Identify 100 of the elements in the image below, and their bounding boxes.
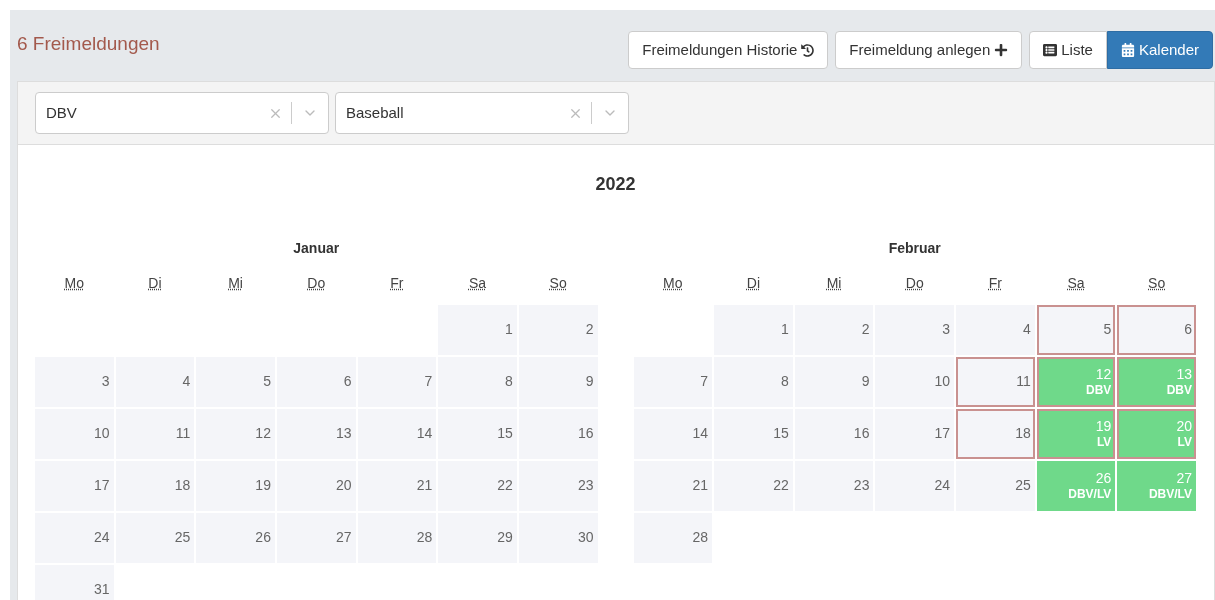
view-tab[interactable]: Liste	[1029, 31, 1107, 69]
calendar-day[interactable]: 1	[438, 305, 517, 355]
calendar-day[interactable]: 1	[714, 305, 793, 355]
day-label: DBV/LV	[1148, 487, 1192, 503]
day-number: 18	[1015, 425, 1031, 443]
calendar-day[interactable]: 28	[357, 513, 437, 563]
weekday-header: Mo	[64, 275, 85, 291]
day-number: 16	[577, 425, 594, 443]
day-number: 12	[1095, 365, 1112, 384]
month-heading: Januar	[293, 240, 340, 256]
calendar-day[interactable]: 9	[518, 357, 598, 407]
day-label: DBV	[1086, 383, 1112, 399]
calendar-day[interactable]: 11	[956, 357, 1035, 407]
day-label: DBV	[1166, 383, 1192, 399]
calendar-day[interactable]: 11	[115, 409, 195, 459]
calendar-day[interactable]: 8	[714, 357, 793, 407]
calendar-day[interactable]: 4	[956, 305, 1035, 355]
weekday-header: Fr	[988, 275, 1002, 291]
calendar-day[interactable]: 2	[794, 305, 874, 355]
calendar-day[interactable]: 16	[518, 409, 598, 459]
action-button[interactable]: Freimeldungen Historie	[628, 31, 829, 69]
day-number: 6	[343, 373, 352, 391]
calendar-day[interactable]: 28	[633, 513, 713, 563]
calendar-day[interactable]: 13	[276, 409, 356, 459]
calendar-day[interactable]: 31	[35, 565, 114, 600]
calendar-day[interactable]: 20	[276, 461, 356, 511]
calendar-day[interactable]: 10	[875, 357, 955, 407]
calendar-day[interactable]: 18	[115, 461, 195, 511]
calendar-day[interactable]: 4	[115, 357, 195, 407]
calendar-day[interactable]: 5	[1036, 305, 1116, 355]
day-number: 9	[861, 373, 870, 391]
day-number: 8	[505, 373, 513, 391]
calendar-day[interactable]: 9	[794, 357, 874, 407]
calendar-day[interactable]: 6	[276, 357, 356, 407]
calendar-day[interactable]: 17	[875, 409, 955, 459]
calendar-day[interactable]: 16	[794, 409, 874, 459]
day-number: 15	[497, 425, 513, 443]
day-number: 28	[692, 529, 709, 547]
day-number: 13	[1176, 365, 1192, 384]
calendar-day[interactable]: 22	[438, 461, 517, 511]
filter-select[interactable]: Baseball	[335, 92, 629, 134]
day-number: 25	[174, 529, 191, 547]
day-number: 4	[1022, 321, 1031, 339]
weekday-header: Mi	[228, 275, 243, 291]
calendar-day[interactable]: 12	[196, 409, 275, 459]
day-number: 19	[1095, 417, 1112, 436]
day-number: 20	[336, 477, 352, 495]
day-number: 23	[853, 477, 870, 495]
calendar-day[interactable]: 21	[357, 461, 437, 511]
calendar-day[interactable]: 5	[196, 357, 275, 407]
day-number: 9	[585, 373, 594, 391]
day-number: 5	[263, 373, 271, 391]
calendar-day[interactable]: 7	[633, 357, 713, 407]
calendar-day[interactable]: 23	[794, 461, 874, 511]
calendar-day[interactable]: 24	[875, 461, 955, 511]
calendar-day[interactable]: 14	[633, 409, 713, 459]
calendar-day[interactable]: 10	[35, 409, 114, 459]
day-number: 11	[1016, 373, 1031, 391]
day-number: 7	[424, 373, 433, 391]
month-heading: Februar	[888, 240, 941, 256]
calendar-day[interactable]: 19	[196, 461, 275, 511]
weekday-header: So	[1148, 275, 1166, 291]
day-number: 28	[416, 529, 433, 547]
day-label: LV	[1096, 435, 1112, 451]
calendar-day[interactable]: 23	[518, 461, 598, 511]
action-button[interactable]: Freimeldung anlegen	[835, 31, 1023, 69]
calendar-day[interactable]: 30	[518, 513, 598, 563]
day-number: 19	[255, 477, 271, 495]
calendar-day[interactable]: 3	[875, 305, 955, 355]
view-tab[interactable]: Kalender	[1106, 31, 1213, 69]
calendar-day[interactable]: 25	[956, 461, 1035, 511]
day-number: 25	[1015, 477, 1031, 495]
calendar-day[interactable]: 17	[35, 461, 114, 511]
day-number: 5	[1103, 321, 1112, 339]
day-number: 2	[585, 321, 594, 339]
calendar-day[interactable]: 6	[1117, 305, 1196, 355]
calendar-day[interactable]: 24	[35, 513, 114, 563]
calendar-day[interactable]: 18	[956, 409, 1035, 459]
day-number: 17	[94, 477, 110, 495]
weekday-header: Di	[148, 275, 162, 291]
day-number: 13	[336, 425, 352, 443]
day-number: 27	[1176, 469, 1192, 488]
calendar-day[interactable]: 2	[518, 305, 598, 355]
calendar-day[interactable]: 25	[115, 513, 195, 563]
day-number: 29	[497, 529, 513, 547]
calendar-day[interactable]: 27	[276, 513, 356, 563]
calendar-day[interactable]: 29	[438, 513, 517, 563]
calendar-day[interactable]: 8	[438, 357, 517, 407]
day-number: 1	[781, 321, 789, 339]
calendar-day[interactable]: 15	[714, 409, 793, 459]
calendar-day[interactable]: 3	[35, 357, 114, 407]
calendar-day[interactable]: 14	[357, 409, 437, 459]
calendar-day[interactable]: 15	[438, 409, 517, 459]
calendar-day[interactable]: 7	[357, 357, 437, 407]
plus-icon	[994, 43, 1009, 57]
calendar-day[interactable]: 26	[196, 513, 275, 563]
calendar-day[interactable]: 21	[633, 461, 713, 511]
filter-select[interactable]: DBV	[35, 92, 329, 134]
calendar-day[interactable]: 22	[714, 461, 793, 511]
weekday-header: So	[549, 275, 567, 291]
